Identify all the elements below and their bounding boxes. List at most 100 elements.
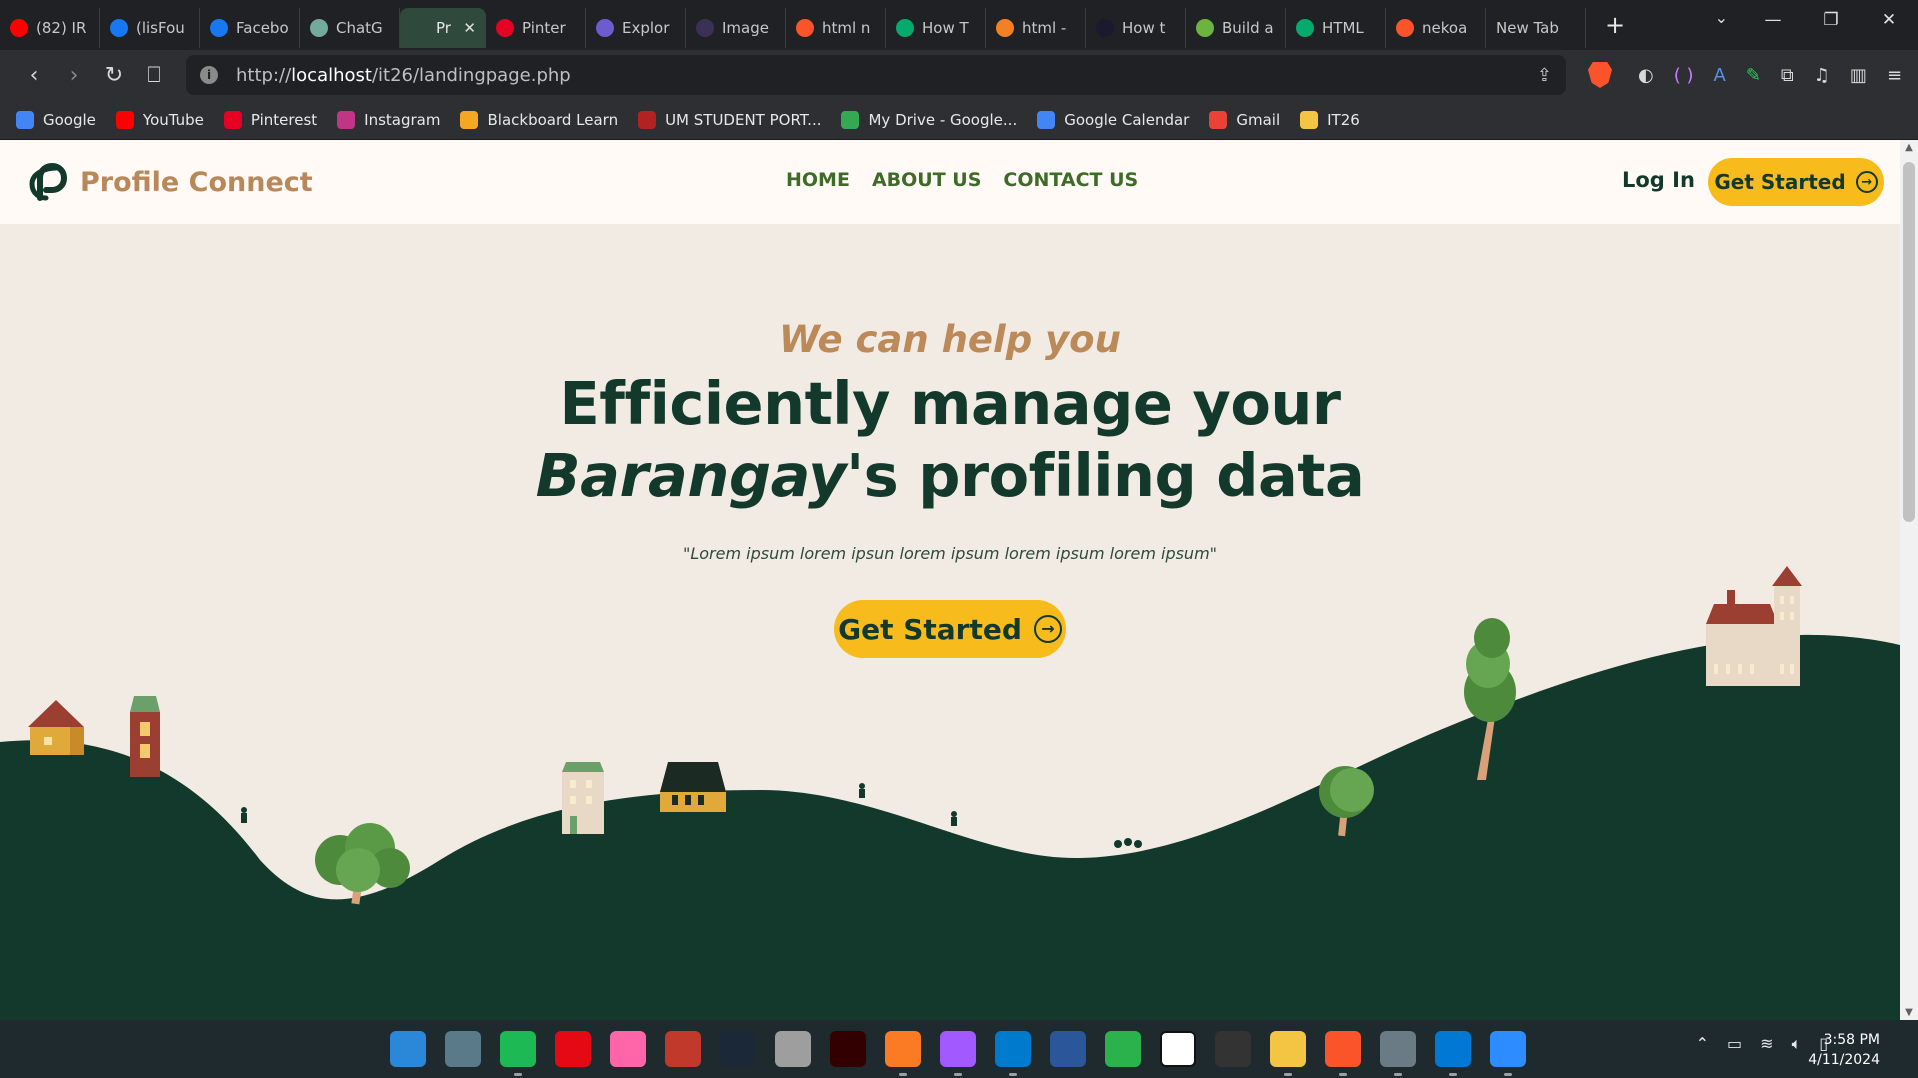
clock[interactable]: 3:58 PM 4/11/2024 bbox=[1808, 1030, 1880, 1070]
menu-icon[interactable]: ≡ bbox=[1887, 65, 1902, 86]
address-bar[interactable]: i http://localhost/it26/landingpage.php … bbox=[186, 55, 1566, 95]
browser-tab[interactable]: Image bbox=[686, 8, 786, 48]
browser-tab[interactable]: html n bbox=[786, 8, 886, 48]
bookmark-item[interactable]: Instagram bbox=[337, 110, 440, 129]
bookmark-item[interactable]: YouTube bbox=[115, 110, 204, 129]
bookmark-item[interactable]: UM STUDENT PORT... bbox=[638, 110, 821, 129]
browser-tab[interactable]: How T bbox=[886, 8, 986, 48]
file-explorer-icon[interactable] bbox=[1270, 1031, 1306, 1076]
bookmark-item[interactable]: IT26 bbox=[1300, 110, 1360, 129]
bookmark-item[interactable]: Gmail bbox=[1209, 110, 1280, 129]
illustrator-icon[interactable] bbox=[830, 1031, 866, 1067]
bookmark-item[interactable]: My Drive - Google... bbox=[841, 110, 1017, 129]
browser-tab[interactable]: New Tab bbox=[1486, 8, 1586, 48]
arrow-right-circle-icon: → bbox=[1033, 615, 1062, 643]
steam-icon[interactable] bbox=[720, 1031, 756, 1067]
calendar-icon bbox=[1037, 110, 1056, 129]
settings-icon[interactable] bbox=[1380, 1031, 1416, 1076]
back-icon[interactable]: ‹ bbox=[14, 63, 54, 88]
nav-home[interactable]: HOME bbox=[786, 169, 850, 191]
bookmark-item[interactable]: Google bbox=[16, 110, 96, 129]
close-window-icon[interactable]: ✕ bbox=[1860, 10, 1918, 30]
clip-studio-icon[interactable] bbox=[775, 1031, 811, 1067]
bookmark-item[interactable]: Pinterest bbox=[223, 110, 318, 129]
tab-title: How T bbox=[922, 19, 969, 37]
brand-logo[interactable]: Profile Connect bbox=[26, 160, 313, 204]
bookmark-item[interactable]: Google Calendar bbox=[1037, 110, 1189, 129]
figma-icon[interactable] bbox=[940, 1031, 976, 1076]
brave-icon[interactable] bbox=[1325, 1031, 1361, 1076]
search-app-icon[interactable] bbox=[445, 1031, 481, 1067]
calendar-app-icon[interactable] bbox=[1215, 1031, 1251, 1067]
brave-icon bbox=[796, 19, 814, 37]
login-link[interactable]: Log In bbox=[1622, 168, 1695, 192]
notion-icon[interactable] bbox=[1160, 1031, 1196, 1067]
nav-get-started-button[interactable]: Get Started → bbox=[1708, 158, 1884, 206]
blackboard-icon bbox=[460, 110, 479, 129]
bookmark-item[interactable]: Blackboard Learn bbox=[460, 110, 618, 129]
translate-extension-icon[interactable]: A bbox=[1714, 65, 1726, 86]
browser-tab[interactable]: ChatG bbox=[300, 8, 400, 48]
bracket-extension-icon[interactable]: ( ) bbox=[1674, 65, 1694, 86]
browser-tab[interactable]: Build a bbox=[1186, 8, 1286, 48]
feedly-icon[interactable] bbox=[1105, 1031, 1141, 1067]
extensions-icon[interactable]: ⧉ bbox=[1781, 65, 1794, 86]
chevron-up-icon[interactable]: ⌃ bbox=[1696, 1034, 1709, 1054]
brave-icon bbox=[1396, 19, 1414, 37]
tab-title: Explor bbox=[622, 19, 670, 37]
media-icon[interactable]: ♫ bbox=[1814, 65, 1830, 86]
xampp-icon[interactable] bbox=[885, 1031, 921, 1076]
store-icon[interactable] bbox=[1435, 1031, 1471, 1076]
page-scrollbar[interactable]: ▲ ▼ bbox=[1900, 140, 1918, 1020]
folder-icon bbox=[1300, 110, 1319, 129]
new-tab-plus-icon[interactable]: + bbox=[1600, 11, 1630, 39]
volume-icon[interactable]: 🔈︎ bbox=[1792, 1034, 1802, 1054]
tab-title: html n bbox=[822, 19, 871, 37]
browser-tab[interactable]: nekoa bbox=[1386, 8, 1486, 48]
tab-search-chevron-icon[interactable]: ⌄ bbox=[1715, 8, 1728, 27]
w3schools-icon bbox=[896, 19, 914, 37]
zoom-icon[interactable] bbox=[1490, 1031, 1526, 1076]
active-tab[interactable]: Pr ✕ bbox=[400, 8, 486, 48]
game-icon[interactable] bbox=[665, 1031, 701, 1067]
vscode-icon[interactable] bbox=[995, 1031, 1031, 1076]
highlighter-icon[interactable]: ✎ bbox=[1746, 65, 1761, 86]
wifi-icon[interactable]: ≋ bbox=[1760, 1034, 1773, 1054]
scrollbar-thumb[interactable] bbox=[1903, 162, 1915, 522]
hero-get-started-button[interactable]: Get Started → bbox=[834, 600, 1066, 658]
browser-tab[interactable]: html - bbox=[986, 8, 1086, 48]
close-tab-icon[interactable]: ✕ bbox=[463, 19, 476, 37]
site-info-icon[interactable]: i bbox=[200, 66, 218, 84]
bookmark-label: Pinterest bbox=[250, 110, 318, 129]
w3schools-icon bbox=[1296, 19, 1314, 37]
bookmark-icon[interactable]: ⎕ bbox=[134, 63, 174, 88]
start-icon[interactable] bbox=[390, 1031, 426, 1067]
reload-icon[interactable]: ↻ bbox=[94, 63, 134, 88]
hero-get-started-label: Get Started bbox=[838, 612, 1022, 646]
scroll-up-icon[interactable]: ▲ bbox=[1900, 142, 1918, 153]
scroll-down-icon[interactable]: ▼ bbox=[1900, 1007, 1918, 1018]
netflix-icon[interactable] bbox=[555, 1031, 591, 1067]
minimize-icon[interactable]: — bbox=[1744, 10, 1802, 30]
word-icon[interactable] bbox=[1050, 1031, 1086, 1067]
osu-icon[interactable] bbox=[610, 1031, 646, 1067]
browser-tab[interactable]: Facebo bbox=[200, 8, 300, 48]
forward-icon[interactable]: › bbox=[54, 63, 94, 88]
browser-tab[interactable]: Pinter bbox=[486, 8, 586, 48]
share-icon[interactable]: ⇪ bbox=[1537, 65, 1552, 86]
browser-tab[interactable]: How t bbox=[1086, 8, 1186, 48]
sidebar-icon[interactable]: ▥ bbox=[1850, 65, 1867, 86]
spotify-icon[interactable] bbox=[500, 1031, 536, 1076]
brave-shields-icon[interactable] bbox=[1588, 62, 1612, 88]
stackoverflow-icon bbox=[996, 19, 1014, 37]
browser-tab[interactable]: Explor bbox=[586, 8, 686, 48]
nav-about-us[interactable]: ABOUT US bbox=[872, 169, 981, 191]
browser-tab[interactable]: HTML bbox=[1286, 8, 1386, 48]
browser-tab[interactable]: (82) IR bbox=[0, 8, 100, 48]
nav-contact-us[interactable]: CONTACT US bbox=[1003, 169, 1138, 191]
dark-reader-icon[interactable]: ◐ bbox=[1638, 65, 1654, 86]
restore-icon[interactable]: ❐ bbox=[1802, 10, 1860, 30]
cast-icon[interactable]: ▭ bbox=[1727, 1034, 1742, 1054]
browser-tab[interactable]: (lisFou bbox=[100, 8, 200, 48]
pinterest-icon bbox=[496, 19, 514, 37]
